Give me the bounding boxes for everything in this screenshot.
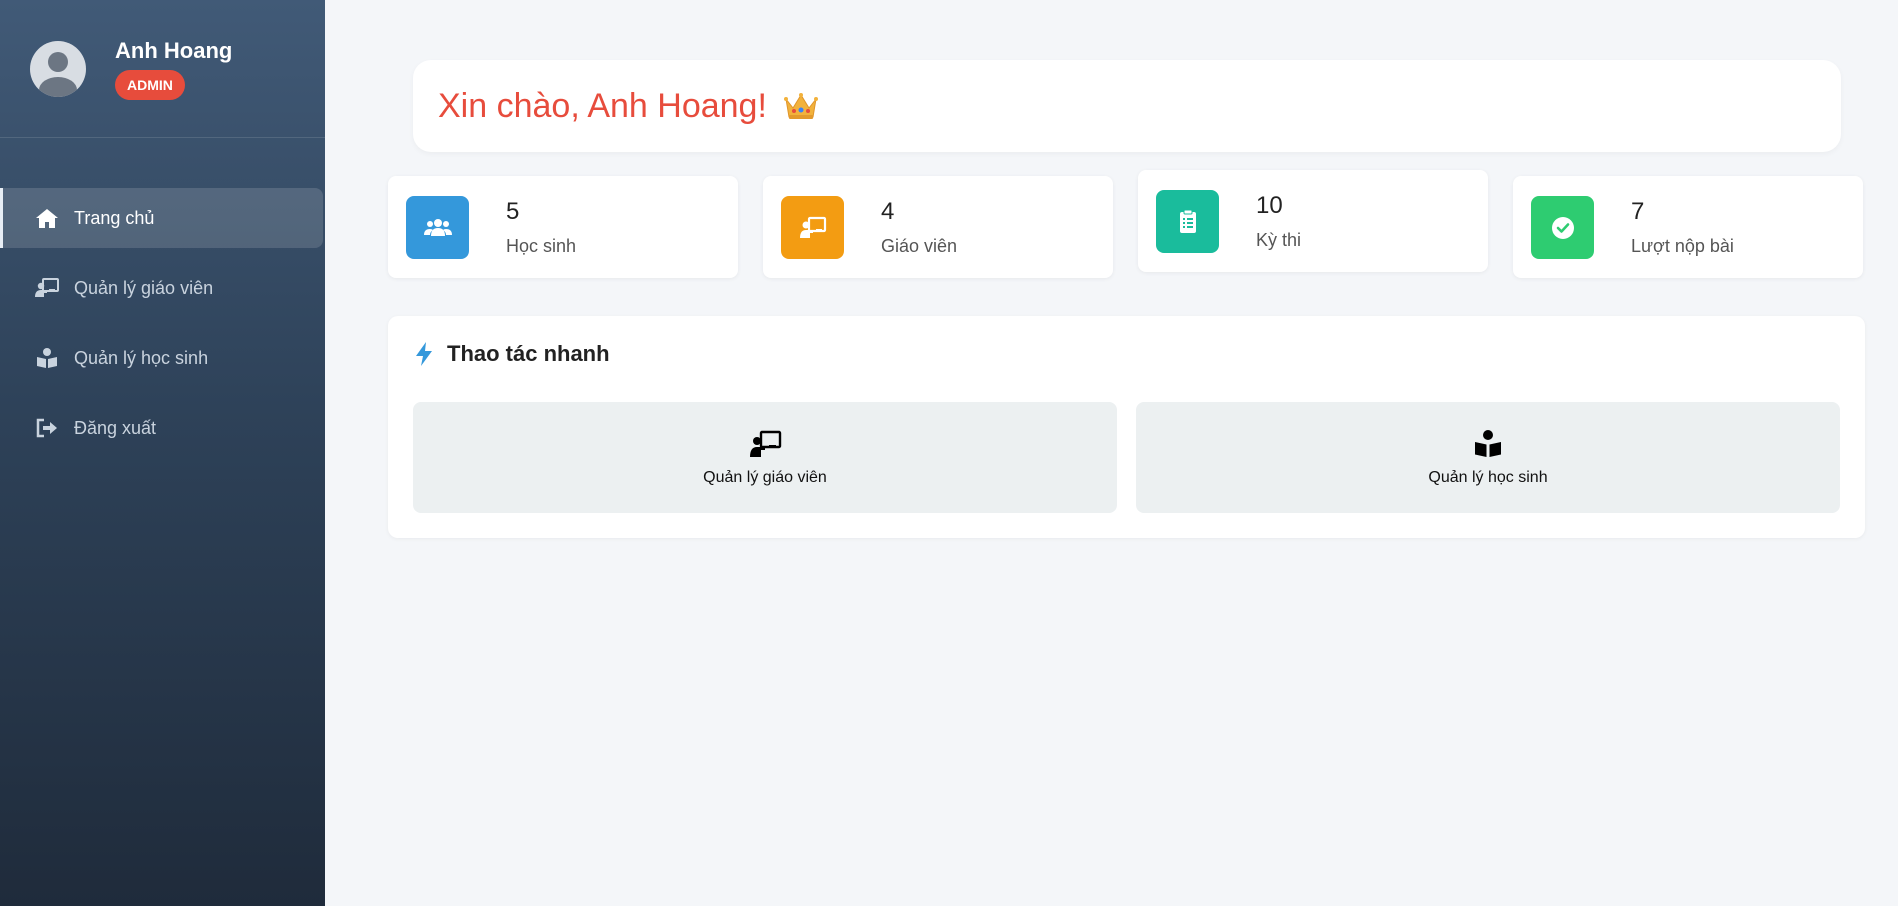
welcome-banner: Xin chào, Anh Hoang! [413,60,1841,152]
reader-icon [1475,429,1501,457]
crown-icon [783,93,818,119]
quick-action-teachers-button[interactable]: Quản lý giáo viên [413,402,1117,513]
quick-actions-title: Thao tác nhanh [413,341,610,367]
role-badge: ADMIN [115,69,185,100]
sidebar-item-label: Đăng xuất [74,417,157,438]
profile-info: Anh Hoang ADMIN [115,38,232,100]
stat-card-submissions: 7 Lượt nộp bài [1513,176,1863,278]
chalkboard-teacher-icon [750,430,782,457]
sign-out-icon [34,417,60,439]
stat-label: Kỳ thi [1256,230,1302,250]
main-content: Xin chào, Anh Hoang! 5 Học sinh 4 Giáo v… [325,0,1898,906]
bolt-icon [416,342,432,366]
stat-label: Học sinh [506,236,577,256]
quick-action-students-button[interactable]: Quản lý học sinh [1136,402,1840,513]
quick-actions-panel: Thao tác nhanh Quản lý giáo viên Quản lý… [388,316,1865,538]
clipboard-list-icon [1156,190,1219,253]
quick-actions-title-text: Thao tác nhanh [447,341,610,366]
stat-value: 7 [1631,198,1645,225]
stat-card-teachers: 4 Giáo viên [763,176,1113,278]
stat-value: 10 [1256,192,1283,219]
stat-value: 4 [881,198,895,225]
quick-action-label: Quản lý giáo viên [703,468,827,486]
chalkboard-teacher-icon [781,196,844,259]
sidebar-item-label: Quản lý giáo viên [74,277,214,298]
users-icon [406,196,469,259]
user-name: Anh Hoang [115,37,233,63]
sidebar-item-students[interactable]: Quản lý học sinh [0,328,325,388]
sidebar-item-logout[interactable]: Đăng xuất [0,398,325,458]
quick-action-label: Quản lý học sinh [1428,468,1548,486]
chalkboard-teacher-icon [34,277,60,299]
app-root: Anh Hoang ADMIN Trang chủ Quản lý giáo v… [0,0,1898,906]
sidebar: Anh Hoang ADMIN Trang chủ Quản lý giáo v… [0,0,325,906]
sidebar-item-home[interactable]: Trang chủ [0,188,323,248]
reader-icon [34,347,60,369]
sidebar-item-label: Quản lý học sinh [74,347,209,368]
sidebar-nav: Trang chủ Quản lý giáo viên Quản lý học … [0,188,325,458]
stat-label: Giáo viên [881,236,958,256]
sidebar-item-teachers[interactable]: Quản lý giáo viên [0,258,325,318]
home-icon [34,207,60,229]
welcome-text: Xin chào, Anh Hoang! [438,86,767,125]
stat-card-exams: 10 Kỳ thi [1138,170,1488,272]
stat-value: 5 [506,198,520,225]
user-profile: Anh Hoang ADMIN [0,0,325,138]
stat-label: Lượt nộp bài [1631,236,1734,256]
check-circle-icon [1531,196,1594,259]
sidebar-item-label: Trang chủ [74,207,155,228]
stat-card-students: 5 Học sinh [388,176,738,278]
avatar-icon [30,40,86,97]
